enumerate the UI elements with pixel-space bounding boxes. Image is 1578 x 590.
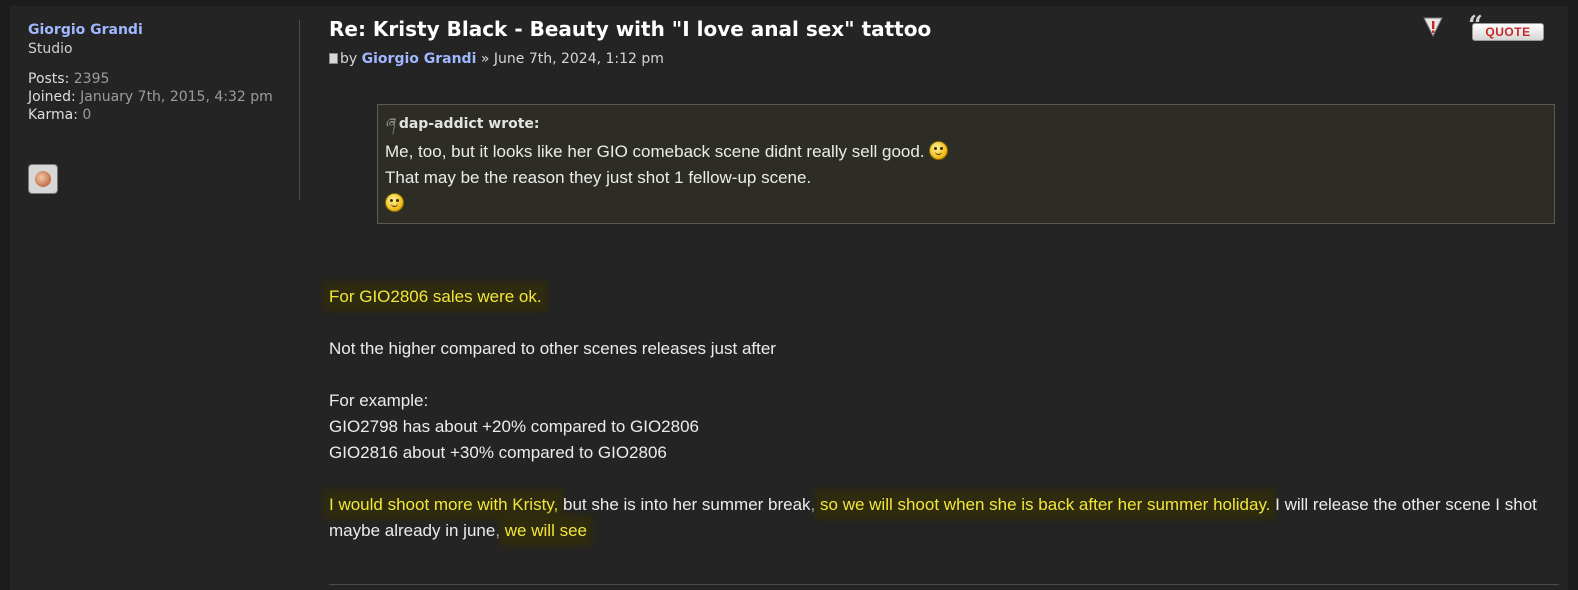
quote-author: dap-addict wrote: <box>398 116 540 132</box>
quote-text-1: Me, too, but it looks like her GIO comeb… <box>385 142 925 161</box>
body-paragraph: I would shoot more with Kristy, but she … <box>329 492 1559 544</box>
body-paragraph: GIO2798 has about +20% compared to GIO28… <box>329 417 699 436</box>
author-link[interactable]: Giorgio Grandi <box>362 51 477 67</box>
quote-line-1: Me, too, but it looks like her GIO comeb… <box>385 139 1547 165</box>
posts-count[interactable]: 2395 <box>74 71 110 87</box>
forum-post: Giorgio Grandi Studio Posts: 2395 Joined… <box>10 6 1568 590</box>
highlight-text: so we will shoot when she is back after … <box>820 495 1271 514</box>
quote-block: ཞ dap-addict wrote: Me, too, but it looks… <box>377 104 1555 224</box>
profile-divider <box>299 20 300 200</box>
posts-label: Posts: <box>28 71 70 87</box>
user-profile: Giorgio Grandi Studio Posts: 2395 Joined… <box>28 21 288 124</box>
highlight-text: For GIO2806 sales were ok. <box>329 287 542 306</box>
smiley-icon <box>929 141 949 160</box>
post-title[interactable]: Re: Kristy Black - Beauty with "I love a… <box>329 16 1559 42</box>
avatar[interactable] <box>28 164 58 194</box>
quote-cite: ཞ dap-addict wrote: <box>385 115 1547 133</box>
body-paragraph: GIO2816 about +30% compared to GIO2806 <box>329 443 667 462</box>
post-main: Re: Kristy Black - Beauty with "I love a… <box>329 16 1559 585</box>
post-content: For GIO2806 sales were ok. Not the highe… <box>329 284 1559 544</box>
karma-value: 0 <box>82 107 92 123</box>
body-text-span: but she is into her summer break, <box>558 495 821 514</box>
user-stats: Posts: 2395 Joined: January 7th, 2015, 4… <box>28 70 288 124</box>
body-paragraph: Not the higher compared to other scenes … <box>329 339 776 358</box>
username-link[interactable]: Giorgio Grandi <box>28 21 288 39</box>
joined-date: January 7th, 2015, 4:32 pm <box>80 89 273 105</box>
user-rank: Studio <box>28 41 73 57</box>
karma-label: Karma: <box>28 107 78 123</box>
by-prefix: by <box>340 51 358 67</box>
date-separator: » <box>480 51 490 67</box>
post-date: June 7th, 2024, 1:12 pm <box>493 51 664 67</box>
quote-text-2: That may be the reason they just shot 1 … <box>385 168 812 187</box>
smiley-icon <box>385 193 404 212</box>
body-paragraph: For example: <box>329 391 429 410</box>
highlight-text: we will see <box>504 521 587 540</box>
joined-label: Joined: <box>28 89 76 105</box>
post-link-icon[interactable] <box>329 53 338 64</box>
post-byline: by Giorgio Grandi » June 7th, 2024, 1:12… <box>329 50 1559 68</box>
post-bottom-divider <box>329 584 1559 585</box>
highlight-text: I would shoot more with Kristy, <box>329 495 559 514</box>
quote-cite-icon: ཞ <box>385 116 395 132</box>
